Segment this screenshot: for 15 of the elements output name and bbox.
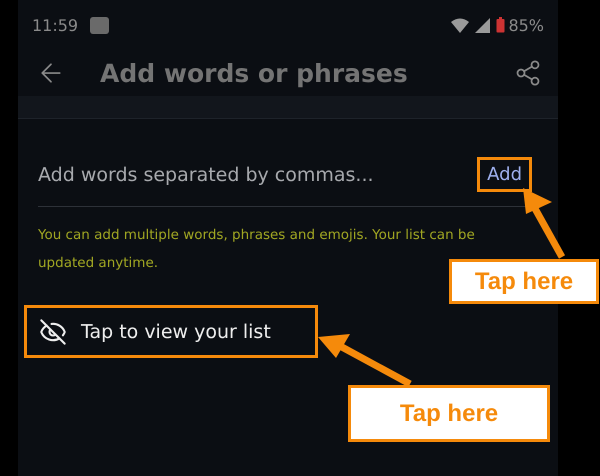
page-title: Add words or phrases	[100, 58, 409, 88]
view-list-button[interactable]: Tap to view your list	[24, 305, 318, 358]
status-time: 11:59	[32, 16, 78, 34]
words-input-field[interactable]: Add words separated by commas...	[38, 164, 478, 186]
battery-icon	[496, 17, 506, 33]
tap-here-callout: Tap here	[449, 259, 599, 304]
battery-percent: 85%	[508, 16, 544, 34]
signal-icon	[475, 18, 490, 32]
tap-here-callout: Tap here	[348, 385, 550, 442]
share-icon[interactable]	[514, 59, 542, 87]
wifi-icon	[451, 18, 470, 32]
notification-icon	[90, 16, 110, 34]
hidden-eye-icon	[39, 318, 67, 346]
add-button[interactable]: Add	[477, 157, 532, 192]
callout-arrow	[523, 188, 566, 259]
